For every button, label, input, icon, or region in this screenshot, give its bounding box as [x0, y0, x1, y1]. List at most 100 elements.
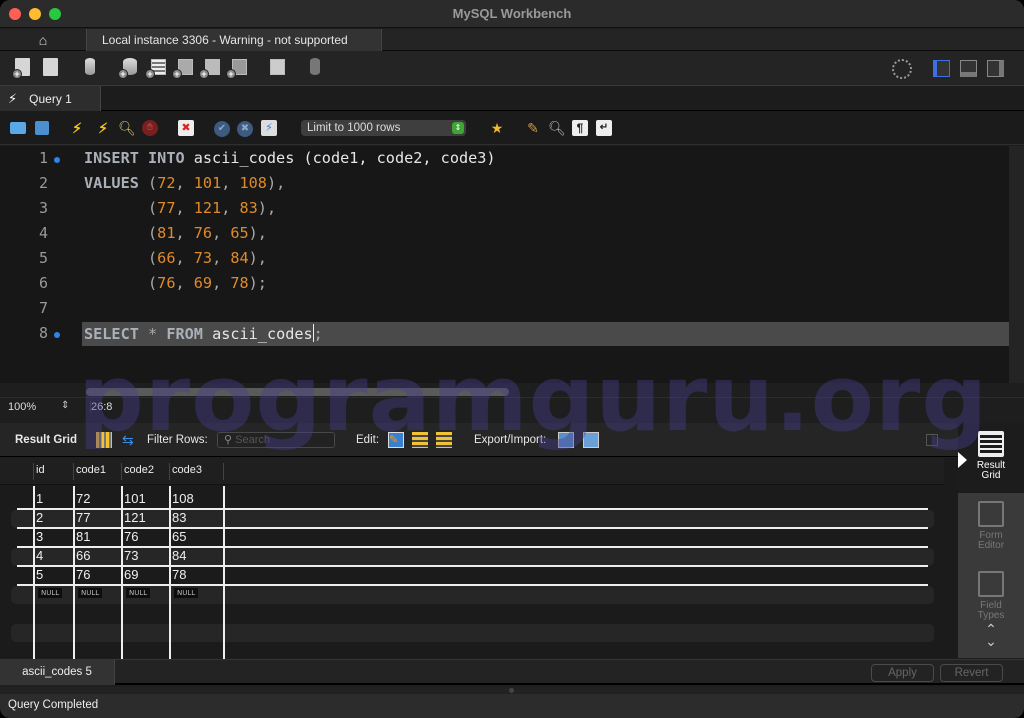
- grid-cell[interactable]: 84: [172, 548, 186, 563]
- column-header[interactable]: code3: [172, 464, 202, 476]
- toggle-sidebar-button[interactable]: [933, 60, 950, 77]
- panel-splitter[interactable]: [0, 687, 1024, 694]
- commit-icon[interactable]: ✔: [214, 121, 230, 137]
- grid-cell[interactable]: 108: [172, 491, 194, 506]
- zoom-stepper-icon[interactable]: ⇕: [61, 400, 69, 411]
- null-placeholder[interactable]: NULL: [38, 588, 63, 598]
- grid-cell[interactable]: 121: [124, 510, 146, 525]
- grid-cell[interactable]: 76: [124, 529, 138, 544]
- limit-rows-select[interactable]: Limit to 1000 rows ⇕: [301, 120, 466, 136]
- save-icon[interactable]: [35, 121, 49, 135]
- grid-cell[interactable]: 5: [36, 567, 43, 582]
- edit-cell-pencil-icon[interactable]: ✎: [388, 432, 404, 448]
- grid-cell[interactable]: 81: [76, 529, 90, 544]
- horizontal-scrollbar[interactable]: [86, 388, 509, 396]
- schema-inspector-button[interactable]: [80, 57, 102, 79]
- toggle-columns-icon[interactable]: [96, 432, 112, 448]
- side-result-grid[interactable]: Result Grid: [958, 431, 1024, 481]
- edit-label: Edit:: [356, 434, 380, 446]
- beautify-broom-icon[interactable]: ✎: [524, 120, 542, 136]
- column-header[interactable]: code2: [124, 464, 154, 476]
- autocommit-icon[interactable]: ⚡︎: [261, 120, 277, 136]
- search-table-data-button[interactable]: [264, 57, 286, 79]
- open-sql-script-button[interactable]: [40, 57, 62, 79]
- grid-cell[interactable]: 83: [172, 510, 186, 525]
- code-line-2: VALUES (72, 101, 108),: [84, 174, 286, 192]
- mysql-workbench-window: MySQL Workbench ⌂ Local instance 3306 - …: [0, 0, 1024, 718]
- new-sql-tab-button[interactable]: +: [12, 57, 34, 79]
- invisible-chars-icon[interactable]: ¶: [572, 120, 588, 136]
- grid-cell[interactable]: 78: [172, 567, 186, 582]
- export-icon[interactable]: [558, 432, 574, 448]
- column-header[interactable]: code1: [76, 464, 106, 476]
- side-scroll-arrows-icon[interactable]: ⌃ ⌄: [980, 622, 1002, 648]
- row-separator: [17, 508, 928, 510]
- preferences-gear-icon[interactable]: [892, 59, 912, 79]
- column-header[interactable]: id: [36, 464, 45, 476]
- form-editor-icon: [978, 501, 1004, 527]
- stop-icon[interactable]: ✋︎: [142, 120, 158, 136]
- query-tab[interactable]: ⚡︎ Query 1: [0, 86, 101, 111]
- row-separator: [17, 527, 928, 529]
- grid-cell[interactable]: 101: [124, 491, 146, 506]
- execute-all-icon[interactable]: ⚡︎: [68, 120, 86, 136]
- code-line-6: (76, 69, 78);: [148, 274, 267, 292]
- home-tab[interactable]: ⌂: [0, 29, 86, 51]
- search-placeholder: Search: [235, 434, 270, 446]
- grid-cell[interactable]: 3: [36, 529, 43, 544]
- null-placeholder[interactable]: NULL: [126, 588, 151, 598]
- grid-cell[interactable]: 73: [124, 548, 138, 563]
- create-schema-button[interactable]: +: [118, 57, 140, 79]
- delete-row-icon[interactable]: [436, 432, 452, 448]
- grid-cell[interactable]: 4: [36, 548, 43, 563]
- grid-cell[interactable]: 66: [76, 548, 90, 563]
- vertical-scrollbar[interactable]: [1009, 146, 1024, 383]
- toggle-continue-on-error-icon[interactable]: ✖: [178, 120, 194, 136]
- code-line-4: (81, 76, 65),: [148, 224, 267, 242]
- reconnect-button[interactable]: [305, 57, 327, 79]
- line-number: 8: [38, 324, 48, 342]
- wrap-cell-icon[interactable]: [926, 434, 938, 446]
- explain-icon[interactable]: 🔍︎: [118, 120, 136, 136]
- create-function-button[interactable]: +: [226, 57, 248, 79]
- toggle-output-button[interactable]: [960, 60, 977, 77]
- result-side-panel: Result Grid Form Editor Field Types ⌃ ⌄: [958, 423, 1024, 658]
- grid-cell[interactable]: 77: [76, 510, 90, 525]
- add-snippet-star-icon[interactable]: ★: [488, 120, 506, 136]
- find-magnifier-icon[interactable]: 🔍︎: [548, 120, 566, 136]
- word-wrap-icon[interactable]: ↵: [596, 120, 612, 136]
- toggle-secondary-sidebar-button[interactable]: [987, 60, 1004, 77]
- refresh-icon[interactable]: ⇆: [122, 432, 138, 448]
- grid-cell[interactable]: 2: [36, 510, 43, 525]
- filter-search-input[interactable]: ⚲ Search: [217, 432, 335, 448]
- create-table-button[interactable]: +: [145, 57, 167, 79]
- create-view-button[interactable]: +: [172, 57, 194, 79]
- null-placeholder[interactable]: NULL: [78, 588, 103, 598]
- status-bar: Query Completed: [0, 694, 1024, 718]
- grid-cell[interactable]: 72: [76, 491, 90, 506]
- limit-rows-value: Limit to 1000 rows: [307, 122, 401, 134]
- result-tab[interactable]: ascii_codes 5: [0, 660, 115, 685]
- line-number: 5: [38, 249, 48, 267]
- execute-current-icon[interactable]: ⚡︎: [94, 120, 112, 136]
- field-types-icon: [978, 571, 1004, 597]
- add-row-icon[interactable]: [412, 432, 428, 448]
- grid-cell[interactable]: 69: [124, 567, 138, 582]
- sql-editor[interactable]: 1 2 3 4 5 6 7 8 INSERT INTO ascii_codes …: [0, 146, 1009, 396]
- zoom-level[interactable]: 100%: [8, 401, 36, 413]
- grid-cell[interactable]: 65: [172, 529, 186, 544]
- revert-button[interactable]: Revert: [940, 664, 1003, 682]
- code-line-8: SELECT * FROM ascii_codes;: [84, 324, 323, 343]
- grid-cell[interactable]: 76: [76, 567, 90, 582]
- connection-tab[interactable]: Local instance 3306 - Warning - not supp…: [86, 29, 382, 51]
- create-procedure-button[interactable]: +: [199, 57, 221, 79]
- cursor-position: 26:8: [90, 401, 113, 413]
- side-form-editor[interactable]: Form Editor: [958, 501, 1024, 551]
- rollback-icon[interactable]: ✖: [237, 121, 253, 137]
- null-placeholder[interactable]: NULL: [174, 588, 199, 598]
- apply-button[interactable]: Apply: [871, 664, 934, 682]
- open-folder-icon[interactable]: [10, 122, 26, 134]
- side-field-types[interactable]: Field Types: [958, 571, 1024, 621]
- import-icon[interactable]: [583, 432, 599, 448]
- grid-cell[interactable]: 1: [36, 491, 43, 506]
